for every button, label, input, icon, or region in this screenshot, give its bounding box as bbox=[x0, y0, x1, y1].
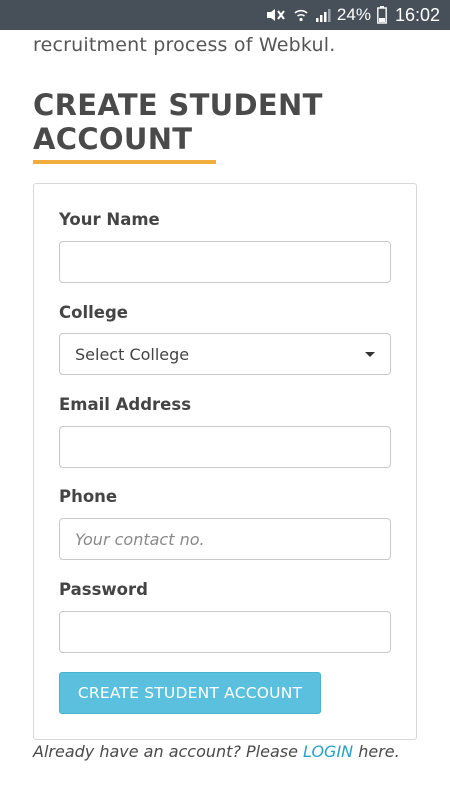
password-field[interactable] bbox=[59, 611, 391, 653]
college-label: College bbox=[59, 303, 128, 322]
chevron-down-icon bbox=[365, 351, 375, 357]
battery-percent: 24% bbox=[336, 5, 371, 24]
title-underline bbox=[33, 160, 216, 164]
name-label: Your Name bbox=[59, 210, 160, 229]
login-prompt-prefix: Already have an account? Please bbox=[33, 742, 304, 761]
page-title: CREATE STUDENT ACCOUNT bbox=[33, 88, 323, 156]
phone-label: Phone bbox=[59, 487, 118, 506]
name-input[interactable] bbox=[59, 241, 391, 283]
college-select[interactable]: Select College bbox=[59, 333, 391, 375]
login-prompt-suffix: here. bbox=[353, 742, 400, 761]
email-label: Email Address bbox=[59, 395, 192, 414]
login-link[interactable]: LOGIN bbox=[303, 742, 353, 761]
create-account-button[interactable]: CREATE STUDENT ACCOUNT bbox=[59, 672, 321, 714]
clock: 16:02 bbox=[394, 4, 440, 25]
college-select-value: Select College bbox=[75, 344, 190, 364]
wifi-icon bbox=[293, 7, 309, 23]
status-bar: 24% 16:02 bbox=[0, 0, 450, 30]
login-prompt: Already have an account? Please LOGIN he… bbox=[33, 742, 443, 761]
intro-text: recruitment process of Webkul. bbox=[33, 34, 336, 56]
mute-icon bbox=[265, 7, 287, 23]
email-field[interactable] bbox=[59, 426, 391, 468]
battery-icon bbox=[377, 6, 387, 24]
phone-field[interactable] bbox=[59, 518, 391, 560]
signal-icon bbox=[315, 7, 331, 23]
password-label: Password bbox=[59, 580, 148, 599]
